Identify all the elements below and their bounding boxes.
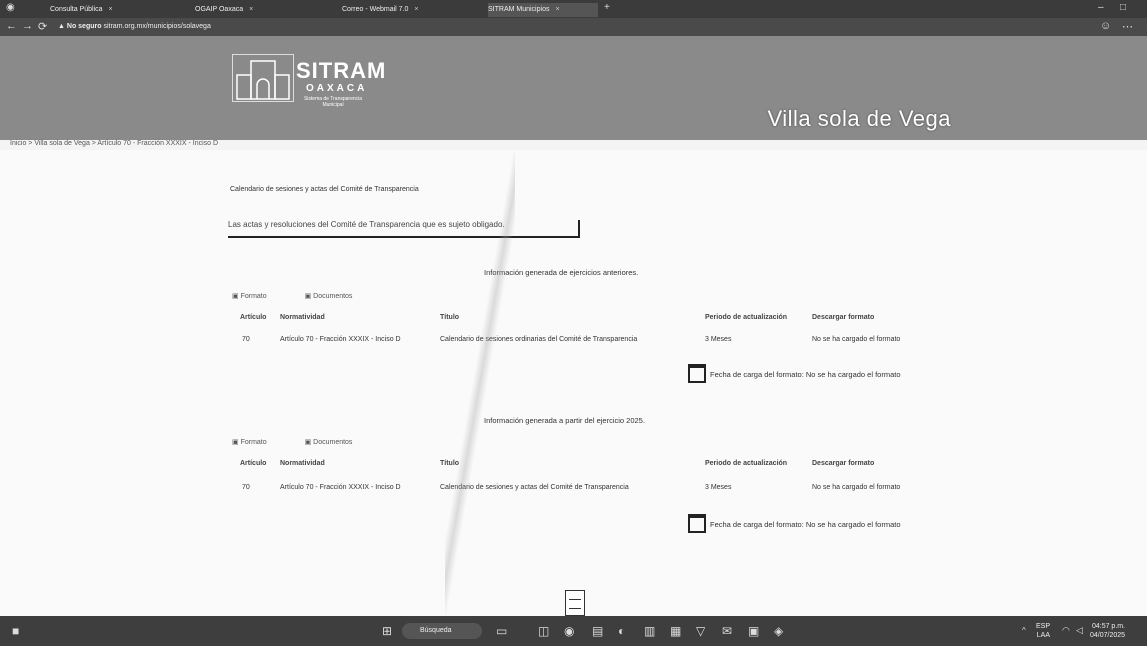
table-header: Descargar formato (812, 314, 875, 321)
table-header: Título (440, 460, 460, 467)
table-cell: 70 (242, 484, 250, 491)
windows-start-icon[interactable]: ■ (12, 624, 19, 638)
logo-caption: Sistema de Transparencia Municipal (303, 96, 363, 108)
site-header: SITRAM OAXACA Sistema de Transparencia M… (0, 36, 1147, 140)
close-icon[interactable]: × (249, 6, 253, 13)
building-logo-icon (232, 54, 294, 102)
table-cell: 70 (242, 336, 250, 343)
url-text: sitram.org.mx/municipios/solavega (103, 23, 211, 30)
tray-chevron-icon[interactable]: ^ (1022, 626, 1026, 635)
clock[interactable]: 04:57 p.m. 04/07/2025 (1090, 622, 1125, 640)
table-header: Normatividad (280, 460, 325, 467)
app-icon[interactable]: ▣ (748, 624, 759, 638)
tab-ogaip[interactable]: OGAIP Oaxaca × (195, 3, 335, 17)
formato-link[interactable]: ▣ Formato (232, 293, 285, 300)
documentos-link[interactable]: ▣ Documentos (305, 439, 371, 446)
calendar-icon (688, 514, 706, 533)
formato-link[interactable]: ▣ Formato (232, 439, 285, 446)
volume-icon[interactable]: ◁ (1076, 625, 1083, 636)
language-indicator[interactable]: ESP LAA (1036, 622, 1050, 640)
back-icon[interactable]: ← (6, 20, 17, 32)
close-icon[interactable]: × (414, 6, 418, 13)
table-cell: Calendario de sesiones ordinarias del Co… (440, 336, 638, 343)
table-header: Periodo de actualización (705, 460, 788, 467)
tab-label: SITRAM Municipios (488, 6, 550, 13)
start-grid-icon[interactable]: ⊞ (382, 624, 392, 638)
breadcrumb[interactable]: Inicio > Villa sola de Vega > Artículo 7… (10, 140, 218, 147)
url-field[interactable]: ▲ No seguro sitram.org.mx/municipios/sol… (58, 21, 1058, 33)
explorer-icon[interactable]: ▤ (592, 624, 603, 638)
new-tab-icon[interactable]: + (604, 2, 610, 13)
upload-date: Fecha de carga del formato: No se ha car… (710, 520, 901, 529)
format-links: ▣ Formato ▣ Documentos (232, 438, 388, 446)
document-icon[interactable] (565, 590, 585, 616)
info-heading: Información generada a partir del ejerci… (484, 416, 645, 425)
table-cell: Artículo 70 - Fracción XXXIX - Inciso D (280, 336, 401, 343)
app-icon[interactable]: ▽ (696, 624, 705, 638)
not-secure-label: No seguro (66, 23, 102, 30)
table-header: Periodo de actualización (705, 314, 788, 321)
address-bar: ← → ⟳ ▲ No seguro sitram.org.mx/municipi… (0, 18, 1147, 36)
tab-sitram[interactable]: SITRAM Municipios × (488, 3, 598, 17)
download-status[interactable]: No se ha cargado el formato (812, 336, 900, 343)
widgets-icon[interactable]: ▭ (496, 624, 507, 638)
tab-label: Correo - Webmail 7.0 (342, 6, 409, 13)
menu-icon[interactable]: ⋯ (1122, 20, 1133, 33)
close-icon[interactable]: × (109, 6, 113, 13)
table-cell: 3 Meses (705, 484, 732, 491)
maximize-icon[interactable]: □ (1120, 2, 1126, 13)
table-header: Descargar formato (812, 460, 875, 467)
close-icon[interactable]: × (555, 6, 559, 13)
municipality-name: Villa sola de Vega (767, 106, 951, 131)
profile-icon[interactable]: ☺ (1100, 20, 1111, 32)
forward-icon[interactable]: → (22, 20, 33, 32)
table-cell: Calendario de sesiones y actas del Comit… (440, 484, 629, 491)
network-icon[interactable]: ◠ (1062, 625, 1070, 636)
files-icon[interactable]: ▥ (644, 624, 655, 638)
format-links: ▣ Formato ▣ Documentos (232, 292, 388, 300)
calendar-icon (688, 364, 706, 383)
tab-label: OGAIP Oaxaca (195, 6, 244, 13)
chrome-icon[interactable]: ◉ (564, 624, 574, 638)
mail-icon[interactable]: ✉ (722, 624, 732, 638)
logo-subtitle: OAXACA (306, 83, 368, 94)
upload-date: Fecha de carga del formato: No se ha car… (710, 370, 901, 379)
taskbar-search[interactable]: Búsqueda (402, 623, 482, 639)
info-heading: Información generada de ejercicios anter… (484, 268, 639, 277)
browser-menu-icon[interactable]: ◉ (6, 2, 15, 13)
store-icon[interactable]: ▦ (670, 624, 681, 638)
task-view-icon[interactable]: ◫ (538, 624, 549, 638)
minimize-icon[interactable]: – (1098, 2, 1104, 13)
documentos-link[interactable]: ▣ Documentos (305, 293, 371, 300)
tab-consulta-publica[interactable]: Consulta Pública × (50, 3, 190, 17)
table-header: Normatividad (280, 314, 325, 321)
tab-correo[interactable]: Correo - Webmail 7.0 × (342, 3, 482, 17)
reload-icon[interactable]: ⟳ (38, 20, 47, 33)
table-header: Artículo (240, 314, 267, 321)
table-header: Título (440, 314, 460, 321)
tab-label: Consulta Pública (50, 6, 103, 13)
table-cell: 3 Meses (705, 336, 732, 343)
warning-icon: ▲ (58, 23, 65, 30)
edge-icon[interactable]: ◐ (618, 624, 625, 638)
logo-title: SITRAM (296, 58, 387, 83)
browser-tab-bar: ◉ Consulta Pública × OGAIP Oaxaca × Correo… (0, 0, 1147, 18)
search-label: Búsqueda (420, 627, 452, 634)
download-status[interactable]: No se ha cargado el formato (812, 484, 900, 491)
taskbar: ■ ⊞ Búsqueda ▭ ◫ ◉ ▤ ◐ ▥ ▦ ▽ ✉ ▣ ◈ ^ ESP… (0, 616, 1147, 646)
app-icon[interactable]: ◈ (774, 624, 783, 638)
notice-text: Las actas y resoluciones del Comité de T… (228, 220, 580, 238)
section-title: Calendario de sesiones y actas del Comit… (230, 186, 419, 193)
table-cell: Artículo 70 - Fracción XXXIX - Inciso D (280, 484, 401, 491)
main-content: Calendario de sesiones y actas del Comit… (0, 150, 1147, 616)
table-header: Artículo (240, 460, 267, 467)
